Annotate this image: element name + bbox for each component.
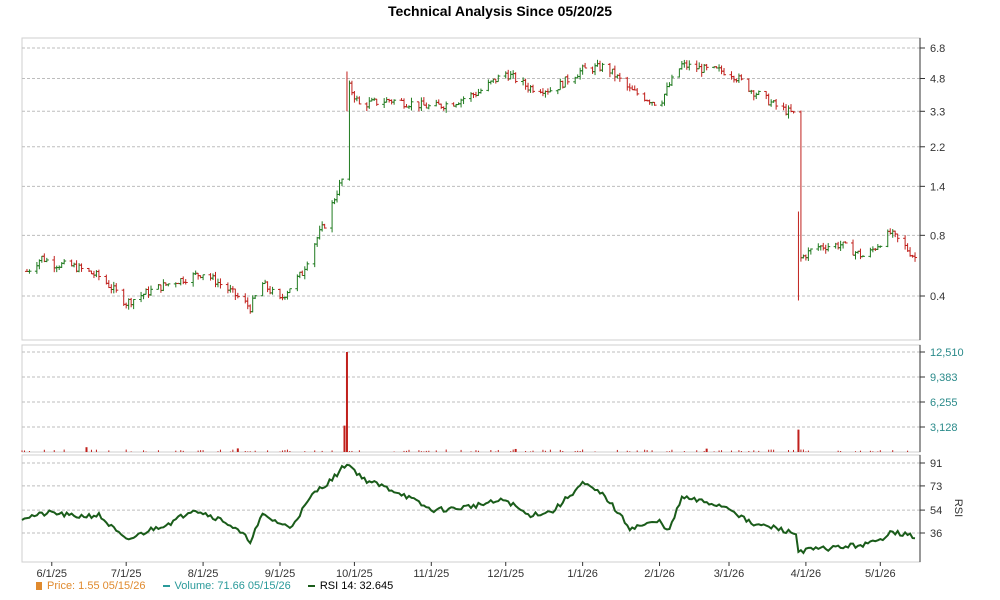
x-tick-label: 12/1/25 (487, 568, 524, 580)
rsi-tick-label: 36 (930, 528, 942, 540)
volume-bar (345, 352, 348, 452)
volume-bar (236, 448, 239, 452)
volume-bar (343, 425, 346, 452)
legend-volume-swatch (162, 585, 170, 588)
price-tick-label: 2.2 (930, 142, 945, 154)
price-tick-label: 3.3 (930, 106, 945, 118)
legend-item-rsi: RSI 14: 32.645 (307, 580, 394, 592)
volume-bar (85, 447, 88, 452)
volume-tick-label: 12,510 (930, 347, 964, 359)
rsi-tick-label: 54 (930, 505, 942, 517)
chart-svg: 6.8 4.8 3.3 2.2 1.4 0.8 0.4 12,510 9,383 6,255 3,1… (21, 37, 964, 580)
x-tick-label: 9/1/25 (265, 568, 296, 580)
volume-tick-label: 9,383 (930, 372, 958, 384)
legend-rsi-label: RSI 14: 32.645 (319, 580, 394, 592)
x-tick-label: 1/1/26 (567, 568, 598, 580)
x-tick-label: 8/1/25 (188, 568, 219, 580)
volume-panel-frame (21, 344, 921, 453)
x-tick-label: 4/1/26 (791, 568, 822, 580)
legend-item-price: Price: 1.55 05/15/26 (36, 580, 145, 592)
volume-bar (797, 429, 800, 452)
price-tick-label: 1.4 (930, 181, 945, 193)
volume-tick-label: 6,255 (930, 397, 958, 409)
legend: Price: 1.55 05/15/26 Volume: 71.66 05/15… (36, 580, 407, 592)
legend-price-swatch (36, 582, 42, 591)
x-tick-label: 7/1/25 (111, 568, 142, 580)
rsi-tick-label: 91 (930, 458, 942, 470)
chart-root: Technical Analysis Since 05/20/25 6.8 4.8… (0, 0, 1000, 600)
price-tick-label: 4.8 (930, 73, 945, 85)
price-panel-frame (21, 37, 921, 341)
price-tick-label: 6.8 (930, 43, 945, 55)
volume-bar (705, 448, 708, 452)
legend-volume-label: Volume: 71.66 05/15/26 (174, 580, 291, 592)
x-tick-label: 10/1/25 (336, 568, 373, 580)
legend-rsi-swatch (307, 585, 315, 588)
x-tick-label: 11/1/25 (413, 568, 449, 580)
legend-price-label: Price: 1.55 05/15/26 (47, 580, 146, 592)
volume-bar (514, 448, 517, 452)
rsi-axis-label: RSI (952, 499, 964, 517)
x-tick-label: 5/1/26 (865, 568, 896, 580)
x-tick-label: 3/1/26 (714, 568, 745, 580)
volume-tick-label: 3,128 (930, 422, 958, 434)
x-tick-label: 2/1/26 (644, 568, 675, 580)
legend-item-volume: Volume: 71.66 05/15/26 (162, 580, 291, 592)
price-tick-label: 0.4 (930, 291, 945, 303)
rsi-tick-label: 73 (930, 481, 942, 493)
x-tick-label: 6/1/25 (36, 568, 67, 580)
price-tick-label: 0.8 (930, 230, 945, 242)
rsi-line (21, 463, 916, 555)
